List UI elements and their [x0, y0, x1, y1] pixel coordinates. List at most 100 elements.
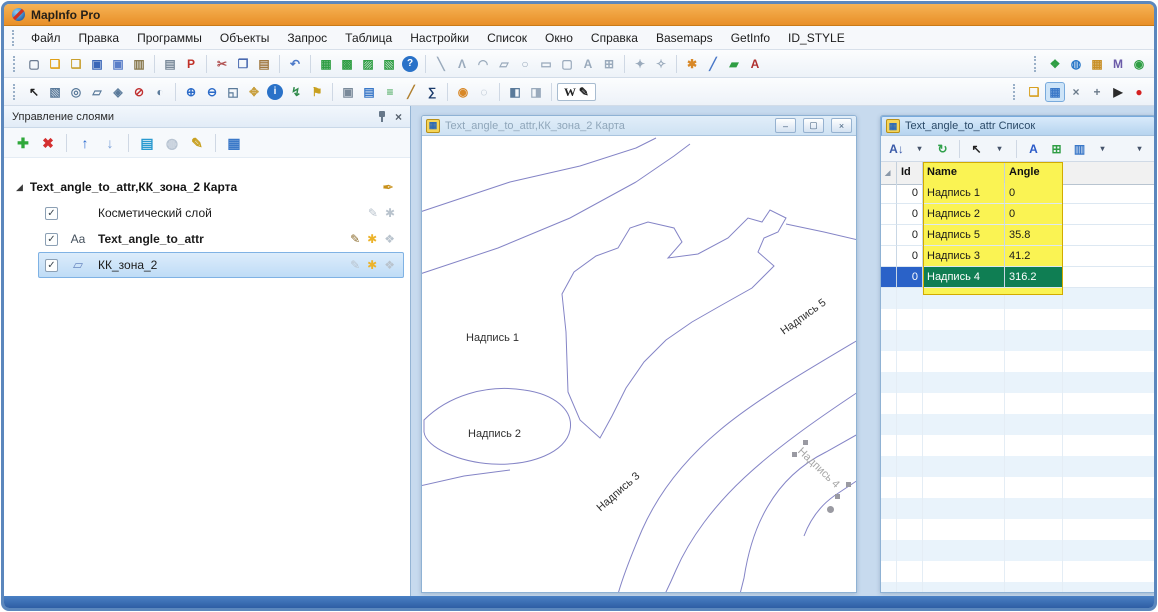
- cell-name[interactable]: Надпись 1: [923, 183, 1005, 204]
- column-header-angle[interactable]: Angle: [1005, 162, 1063, 185]
- menu-edit[interactable]: Правка: [70, 28, 129, 48]
- edit-layer-icon[interactable]: ✎: [350, 258, 360, 272]
- selection-handle[interactable]: [792, 452, 797, 457]
- marquee-select-icon[interactable]: ▧: [45, 82, 65, 102]
- ruler-icon[interactable]: ╱: [401, 82, 421, 102]
- boundary-select-icon[interactable]: ◈: [108, 82, 128, 102]
- cell-name[interactable]: Надпись 2: [923, 204, 1005, 225]
- info-tool-icon[interactable]: i: [267, 84, 283, 100]
- cell-name[interactable]: Надпись 5: [923, 225, 1005, 246]
- tool-extensions-icon[interactable]: ❖: [1045, 54, 1065, 74]
- move-layer-down-icon[interactable]: ↓: [99, 132, 121, 154]
- menu-id-style[interactable]: ID_STYLE: [779, 28, 854, 48]
- polygon-tool-icon[interactable]: ▱: [494, 54, 514, 74]
- pick-columns-dropdown-icon[interactable]: ▾: [1092, 138, 1113, 159]
- new-graph-icon[interactable]: ▨: [358, 54, 378, 74]
- cell-id[interactable]: 0: [897, 204, 923, 225]
- set-target-icon[interactable]: ◉: [453, 82, 473, 102]
- autolabel-icon[interactable]: ✱: [367, 258, 377, 272]
- add-window-icon[interactable]: +: [1087, 82, 1107, 102]
- table-row[interactable]: 0 Надпись 1 0: [881, 183, 1155, 204]
- row-selector-cell[interactable]: [881, 204, 897, 225]
- region-style-icon[interactable]: ▰: [724, 54, 744, 74]
- menu-query[interactable]: Запрос: [278, 28, 336, 48]
- drag-map-window-icon[interactable]: ▣: [338, 82, 358, 102]
- theme-icon[interactable]: ❖: [384, 258, 395, 272]
- text-style-icon[interactable]: A: [745, 54, 765, 74]
- new-table-icon[interactable]: ▢: [24, 54, 44, 74]
- catalog-browser-icon[interactable]: ▦: [1087, 54, 1107, 74]
- new-map-icon[interactable]: ▩: [337, 54, 357, 74]
- new-layout-icon[interactable]: ▧: [379, 54, 399, 74]
- close-button[interactable]: ×: [831, 118, 852, 133]
- cell-angle[interactable]: 35.8: [1005, 225, 1063, 246]
- metadata-search-icon[interactable]: M: [1108, 54, 1128, 74]
- run-program-icon[interactable]: ▶: [1108, 82, 1128, 102]
- online-globe-icon[interactable]: ◉: [1129, 54, 1149, 74]
- menu-window[interactable]: Окно: [536, 28, 582, 48]
- maximize-button[interactable]: ▢: [803, 118, 824, 133]
- cell-style-icon[interactable]: A: [1023, 138, 1044, 159]
- line-tool-icon[interactable]: ╲: [431, 54, 451, 74]
- clip-region-off-icon[interactable]: ◨: [526, 82, 546, 102]
- export-pdf-icon[interactable]: P: [181, 54, 201, 74]
- map-canvas[interactable]: Надпись 1 Надпись 2 Надпись 3 Надпись 5 …: [422, 136, 856, 592]
- menu-options[interactable]: Настройки: [401, 28, 478, 48]
- table-row[interactable]: 0 Надпись 2 0: [881, 204, 1155, 225]
- menu-objects[interactable]: Объекты: [211, 28, 279, 48]
- menu-programs[interactable]: Программы: [128, 28, 211, 48]
- layer-row-cosmetic[interactable]: ✓ Косметический слой ✎ ✱: [38, 200, 404, 226]
- cell-name[interactable]: Надпись 4: [923, 267, 1005, 288]
- print-icon[interactable]: ▤: [160, 54, 180, 74]
- open-workspace-icon[interactable]: ❏: [66, 54, 86, 74]
- save-table-icon[interactable]: ▣: [87, 54, 107, 74]
- save-workspace-icon[interactable]: ▣: [108, 54, 128, 74]
- add-layer-icon[interactable]: ✚: [12, 132, 34, 154]
- tree-root-row[interactable]: ◢ Text_angle_to_attr,КК_зона_2 Карта ✒: [4, 174, 410, 200]
- menu-file[interactable]: Файл: [22, 28, 70, 48]
- copy-icon[interactable]: ❐: [233, 54, 253, 74]
- refresh-icon[interactable]: ↻: [932, 138, 953, 159]
- geographic-search-icon[interactable]: ◍: [1066, 54, 1086, 74]
- row-selector-cell[interactable]: [881, 267, 897, 288]
- cell-id[interactable]: 0: [897, 183, 923, 204]
- append-rows-icon[interactable]: ⊞: [1046, 138, 1067, 159]
- open-icon[interactable]: ❏: [45, 54, 65, 74]
- select-tool-icon[interactable]: ↖: [24, 82, 44, 102]
- rounded-rect-tool-icon[interactable]: ▢: [557, 54, 577, 74]
- cell-id[interactable]: 0: [897, 267, 923, 288]
- minimize-button[interactable]: –: [775, 118, 796, 133]
- table-row[interactable]: 0 Надпись 5 35.8: [881, 225, 1155, 246]
- cell-angle[interactable]: 316.2: [1005, 267, 1063, 288]
- cell-angle[interactable]: 41.2: [1005, 246, 1063, 267]
- frame-tool-icon[interactable]: ⊞: [599, 54, 619, 74]
- menu-basemaps[interactable]: Basemaps: [647, 28, 722, 48]
- column-header-name[interactable]: Name: [923, 162, 1005, 185]
- selection-handle[interactable]: [803, 440, 808, 445]
- close-panel-icon[interactable]: ×: [395, 110, 402, 124]
- zoom-out-icon[interactable]: ⊖: [202, 82, 222, 102]
- close-window-icon[interactable]: ×: [1066, 82, 1086, 102]
- layer-checkbox[interactable]: ✓: [45, 259, 58, 272]
- layer-stack-icon[interactable]: ▤: [136, 132, 158, 154]
- layer-control-icon[interactable]: ▤: [359, 82, 379, 102]
- record-program-icon[interactable]: ●: [1129, 82, 1149, 102]
- edit-layer-icon[interactable]: ✎: [350, 232, 360, 246]
- polyline-tool-icon[interactable]: Λ: [452, 54, 472, 74]
- symbol-style-icon[interactable]: ✱: [682, 54, 702, 74]
- arc-tool-icon[interactable]: ◠: [473, 54, 493, 74]
- undo-icon[interactable]: ↶: [285, 54, 305, 74]
- table-row[interactable]: 0 Надпись 4 316.2: [881, 267, 1155, 288]
- layer-row-text-angle[interactable]: ✓ Aa Text_angle_to_attr ✎ ✱ ❖: [38, 226, 404, 252]
- save-copy-icon[interactable]: ▥: [129, 54, 149, 74]
- rectangle-tool-icon[interactable]: ▭: [536, 54, 556, 74]
- menu-getinfo[interactable]: GetInfo: [722, 28, 779, 48]
- autolabel-icon[interactable]: ✱: [385, 206, 395, 220]
- browser-window-titlebar[interactable]: ▦ Text_angle_to_attr Список: [881, 116, 1155, 136]
- remove-layer-icon[interactable]: ✖: [37, 132, 59, 154]
- statistics-icon[interactable]: ∑: [422, 82, 442, 102]
- row-selector-cell[interactable]: [881, 183, 897, 204]
- toolbar-options-icon[interactable]: ▾: [1129, 138, 1150, 159]
- radius-select-icon[interactable]: ◎: [66, 82, 86, 102]
- clear-target-icon[interactable]: ◌: [474, 82, 494, 102]
